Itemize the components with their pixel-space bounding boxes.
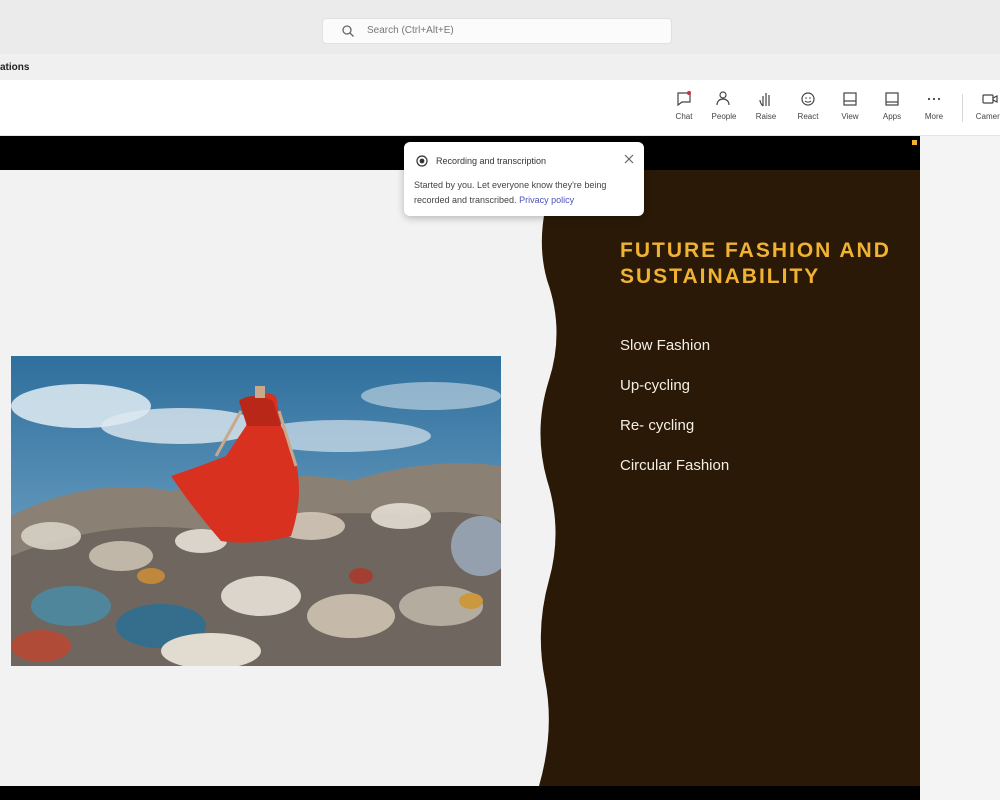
- camera-button[interactable]: Camera: [972, 90, 1000, 130]
- slide-right-panel: FUTURE FASHION AND SUSTAINABILITY Slow F…: [537, 170, 920, 786]
- stage-bottom-bar: [0, 786, 920, 800]
- raise-hand-label: Raise: [755, 112, 777, 121]
- notification-body: Started by you. Let everyone know they'r…: [414, 178, 638, 208]
- more-button[interactable]: More: [916, 90, 952, 130]
- search-row: Search (Ctrl+Alt+E): [0, 10, 1000, 54]
- raise-hand-icon: [759, 93, 770, 107]
- raise-hand-button[interactable]: Raise: [748, 90, 784, 130]
- meeting-header: ations: [0, 54, 1000, 80]
- more-icon: [927, 97, 941, 101]
- notification-text: Started by you. Let everyone know they'r…: [414, 180, 607, 205]
- camera-icon: [982, 94, 998, 104]
- camera-label: Camera: [975, 112, 1000, 121]
- slide-photo: [11, 356, 501, 666]
- shared-content-stage: FUTURE FASHION AND SUSTAINABILITY Slow F…: [0, 136, 920, 800]
- right-gutter: [920, 136, 1000, 800]
- notification-title: Recording and transcription: [436, 156, 547, 166]
- people-button[interactable]: People: [706, 90, 742, 130]
- search-input[interactable]: Search (Ctrl+Alt+E): [322, 18, 672, 44]
- chat-label: Chat: [675, 112, 693, 121]
- apps-button[interactable]: Apps: [874, 90, 910, 130]
- bullet-item: Circular Fashion: [620, 457, 730, 474]
- recording-notification: Recording and transcription Started by y…: [404, 142, 644, 216]
- react-label: React: [797, 112, 819, 121]
- view-label: View: [841, 112, 859, 121]
- meeting-title: ations: [0, 62, 30, 73]
- bullet-item: Re- cycling: [620, 417, 695, 434]
- title-bar: [0, 0, 1000, 10]
- chat-button[interactable]: Chat: [666, 90, 702, 130]
- more-label: More: [924, 112, 944, 121]
- react-icon: [801, 92, 815, 106]
- meeting-toolbar: Chat People Raise React View Apps More C…: [0, 80, 1000, 136]
- toolbar-divider: [962, 94, 963, 122]
- fashion-landfill-image: [11, 356, 501, 666]
- slide-left-panel: [0, 170, 560, 786]
- bullet-item: Slow Fashion: [620, 337, 711, 354]
- chat-icon: [677, 91, 691, 107]
- people-icon: [716, 91, 730, 106]
- bullet-item: Up-cycling: [620, 377, 691, 394]
- close-icon[interactable]: [622, 152, 636, 166]
- apps-label: Apps: [882, 112, 902, 121]
- view-button[interactable]: View: [832, 90, 868, 130]
- search-placeholder: Search (Ctrl+Alt+E): [367, 25, 454, 36]
- view-icon: [843, 92, 857, 106]
- apps-icon: [885, 92, 899, 106]
- people-label: People: [711, 112, 737, 121]
- stage-indicator: [912, 140, 917, 145]
- react-button[interactable]: React: [790, 90, 826, 130]
- search-icon: [342, 25, 354, 37]
- recording-icon: [416, 155, 428, 167]
- slide-bullet-list: Slow Fashion Up-cycling Re- cycling Circ…: [620, 336, 729, 496]
- slide-title: FUTURE FASHION AND SUSTAINABILITY: [620, 239, 891, 288]
- privacy-policy-link[interactable]: Privacy policy: [519, 195, 574, 205]
